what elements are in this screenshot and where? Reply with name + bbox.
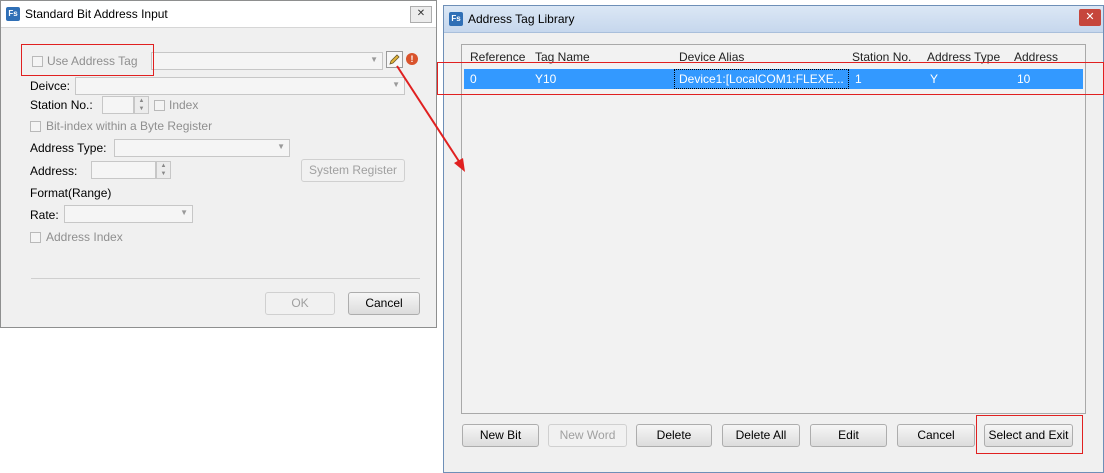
annotation-arrow (396, 65, 465, 172)
